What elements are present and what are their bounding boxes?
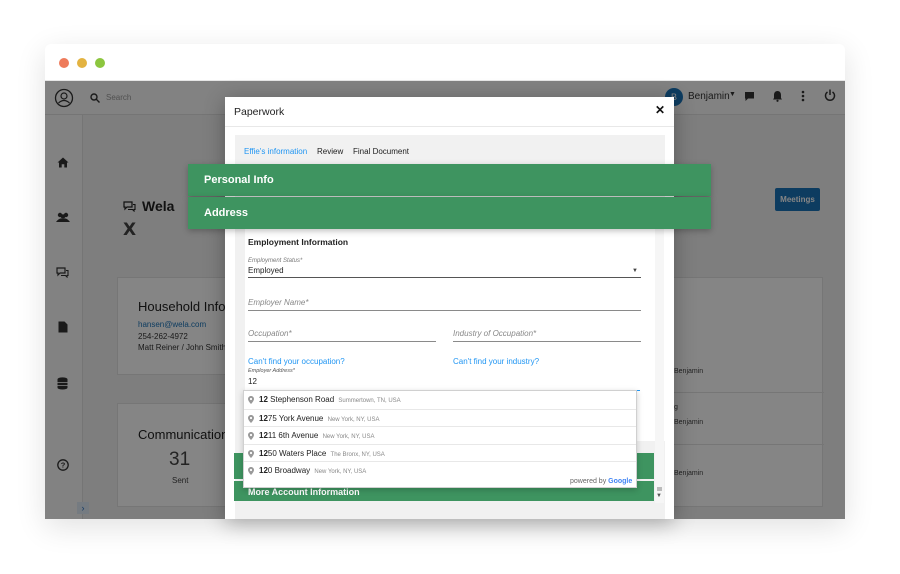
close-window-dot[interactable]: [59, 58, 69, 68]
scrollbar-thumb[interactable]: [657, 487, 662, 491]
minimize-window-dot[interactable]: [77, 58, 87, 68]
location-pin-icon: [248, 467, 254, 475]
powered-by-text: powered by: [570, 478, 607, 485]
suggestion-item[interactable]: 120 Broadway New York, NY, USA: [244, 461, 636, 479]
suggestion-street: 75 York Avenue: [267, 413, 324, 423]
chevron-down-icon[interactable]: ▼: [632, 268, 638, 274]
tab-final-document[interactable]: Final Document: [353, 147, 409, 156]
window-titlebar: [45, 44, 845, 81]
suggestion-match: 12: [259, 413, 268, 423]
maximize-window-dot[interactable]: [95, 58, 105, 68]
suggestion-locality: The Bronx, NY, USA: [330, 451, 385, 458]
modal-header: Paperwork ✕: [225, 97, 674, 127]
employer-name-underline: [248, 310, 641, 311]
industry-field[interactable]: Industry of Occupation*: [453, 329, 536, 338]
industry-underline: [453, 341, 641, 342]
location-pin-icon: [248, 396, 254, 404]
employment-status-select[interactable]: Employed: [248, 266, 284, 275]
suggestion-match: 12: [259, 448, 268, 458]
location-pin-icon: [248, 414, 254, 423]
suggestion-locality: Summertown, TN, USA: [338, 398, 401, 404]
suggestion-match: 12: [259, 395, 268, 404]
section-personal-info-label: Personal Info: [204, 174, 274, 186]
scrollbar[interactable]: ▼: [655, 225, 664, 503]
suggestion-locality: New York, NY, USA: [314, 469, 367, 475]
employer-name-field[interactable]: Employer Name*: [248, 298, 308, 307]
section-personal-info[interactable]: Personal Info: [188, 164, 711, 196]
tab-review[interactable]: Review: [317, 147, 343, 156]
suggestion-street: 50 Waters Place: [267, 448, 327, 458]
suggestion-match: 12: [259, 431, 268, 440]
occupation-underline: [248, 341, 436, 342]
section-address-label: Address: [204, 207, 249, 219]
powered-by-google: powered by Google: [570, 478, 632, 485]
suggestion-item[interactable]: 1211 6th Avenue New York, NY, USA: [244, 426, 636, 444]
tab-effies-information[interactable]: Effie's information: [244, 147, 307, 156]
location-pin-icon: [248, 449, 254, 458]
suggestion-locality: New York, NY, USA: [327, 416, 380, 423]
address-focus-underline: [637, 390, 640, 391]
location-pin-icon: [248, 432, 254, 440]
cant-find-industry-link[interactable]: Can't find your industry?: [453, 357, 539, 366]
employment-status-underline: [248, 277, 641, 278]
section-address[interactable]: Address: [188, 197, 711, 229]
employer-address-input[interactable]: 12: [248, 377, 257, 386]
suggestion-item[interactable]: 1250 Waters Place The Bronx, NY, USA: [244, 443, 636, 462]
address-suggestions: 12 Stephenson Road Summertown, TN, USA 1…: [243, 390, 637, 488]
modal-title: Paperwork: [234, 106, 285, 118]
suggestion-street: 11 6th Avenue: [267, 431, 319, 440]
suggestion-match: 12: [259, 466, 268, 475]
google-logo: Google: [608, 478, 633, 485]
scroll-down-icon[interactable]: ▼: [656, 493, 662, 499]
suggestion-street: 0 Broadway: [267, 466, 311, 475]
employment-heading: Employment Information: [248, 237, 349, 247]
occupation-field[interactable]: Occupation*: [248, 329, 292, 338]
employment-status-label: Employment Status*: [248, 258, 303, 264]
suggestion-item[interactable]: 1275 York Avenue New York, NY, USA: [244, 408, 636, 427]
more-account-label: More Account Information: [248, 487, 360, 497]
suggestion-street: Stephenson Road: [267, 395, 335, 404]
employer-address-label: Employer Address*: [248, 368, 295, 374]
cant-find-occupation-link[interactable]: Can't find your occupation?: [248, 357, 345, 366]
suggestion-item[interactable]: 12 Stephenson Road Summertown, TN, USA: [244, 391, 636, 409]
close-icon[interactable]: ✕: [655, 103, 665, 117]
suggestion-locality: New York, NY, USA: [322, 434, 375, 440]
